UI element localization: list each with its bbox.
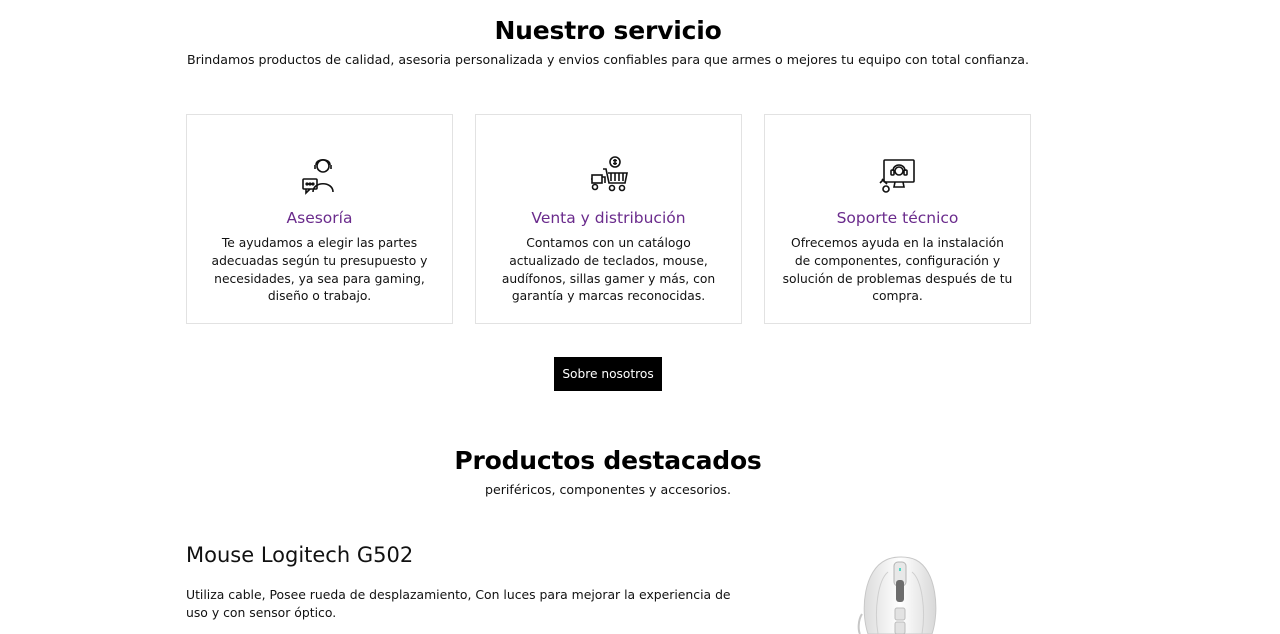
service-card-asesoria: Asesoría Te ayudamos a elegir las partes…	[186, 114, 453, 324]
card-title: Asesoría	[286, 209, 353, 227]
about-us-button[interactable]: Sobre nosotros	[554, 357, 662, 391]
tech-support-icon	[878, 159, 915, 193]
service-subtitle: Brindamos productos de calidad, asesoria…	[186, 52, 1029, 67]
service-card-soporte: Soporte técnico Ofrecemos ayuda en la in…	[764, 114, 1031, 324]
card-text: Te ayudamos a elegir las partes adecuada…	[211, 236, 428, 304]
product-description: Utiliza cable, Posee rueda de desplazami…	[186, 587, 731, 620]
delivery-cart-icon	[590, 156, 628, 192]
product-name[interactable]: Mouse Logitech G502	[186, 543, 413, 567]
service-title: Nuestro servicio	[494, 16, 722, 45]
product-image[interactable]	[848, 550, 948, 634]
featured-title: Productos destacados	[454, 446, 762, 475]
support-agent-icon	[301, 158, 334, 195]
card-title: Soporte técnico	[836, 209, 959, 227]
card-text: Ofrecemos ayuda en la instalación de com…	[782, 236, 1013, 304]
card-title: Venta y distribución	[531, 209, 686, 227]
service-cards: Asesoría Te ayudamos a elegir las partes…	[186, 114, 1031, 324]
service-card-venta: Venta y distribución Contamos con un cat…	[475, 114, 742, 324]
featured-subtitle: periféricos, componentes y accesorios.	[484, 482, 731, 497]
card-text: Contamos con un catálogo actualizado de …	[501, 236, 716, 304]
